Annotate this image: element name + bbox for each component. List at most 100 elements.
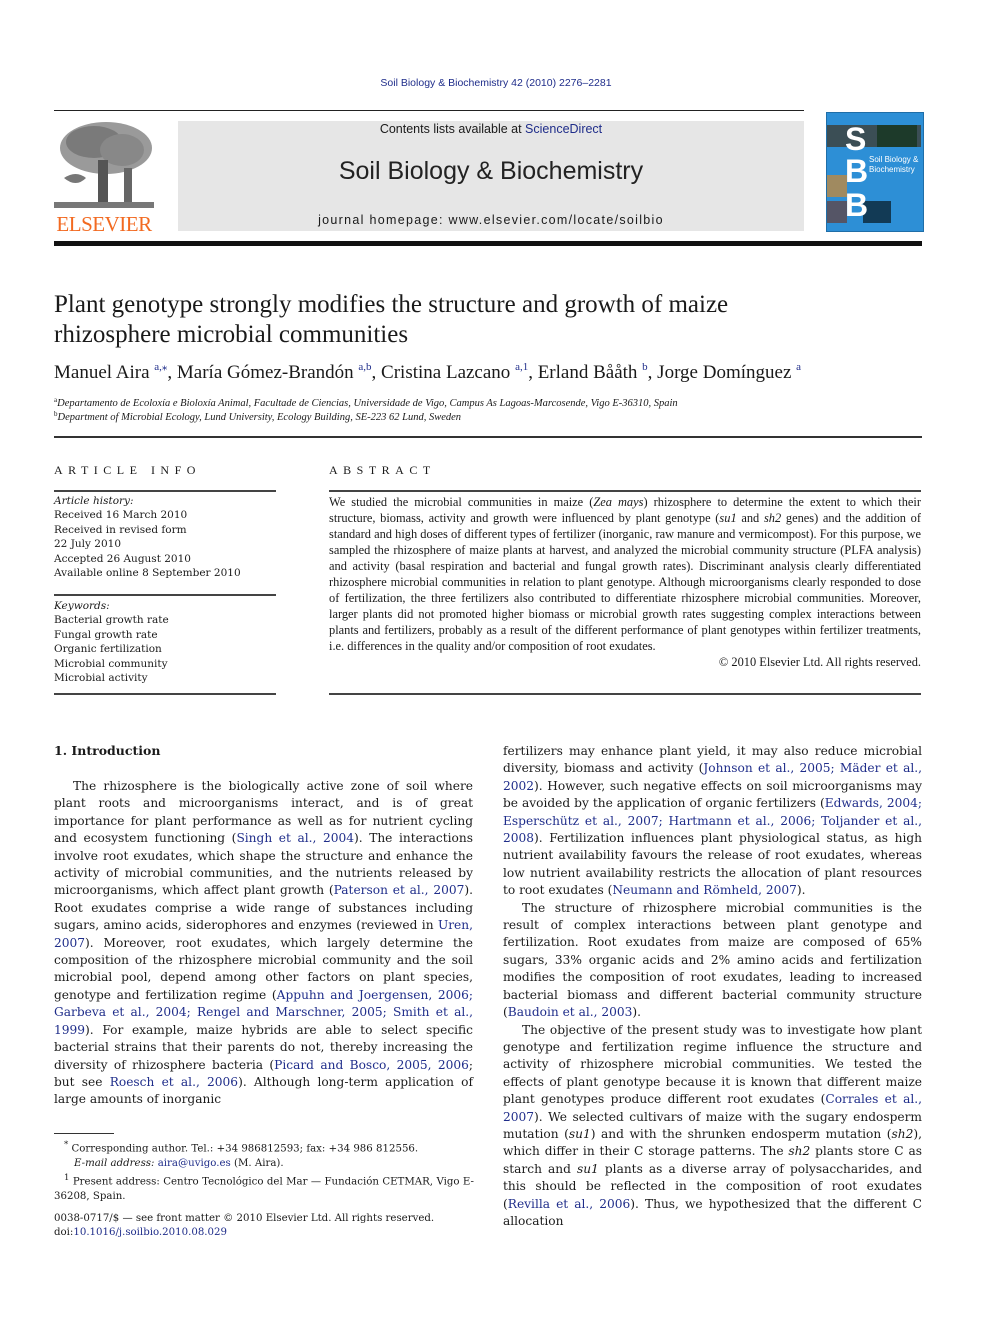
author-affiliation-mark[interactable]: a,⁎ <box>154 361 167 373</box>
elsevier-wordmark: ELSEVIER <box>56 212 152 236</box>
keyword: Bacterial growth rate <box>54 614 169 627</box>
history-item: Accepted 26 August 2010 <box>54 552 191 565</box>
article-title: Plant genotype strongly modifies the str… <box>54 290 924 350</box>
text-segment: ). <box>796 883 806 898</box>
gene-name: sh2 <box>788 1144 811 1159</box>
author-affiliation-mark[interactable]: a,1 <box>515 361 528 373</box>
keyword: Organic fertilization <box>54 643 162 656</box>
email-label: E-mail address: <box>74 1157 155 1169</box>
keyword: Fungal growth rate <box>54 628 158 641</box>
author-affiliation-mark[interactable]: a,b <box>358 361 371 373</box>
abstract-segment: We studied the microbial communities in … <box>329 495 594 509</box>
paragraph: The objective of the present study was t… <box>503 1022 922 1231</box>
history-label: Article history: <box>54 495 134 507</box>
body-column-right: fertilizers may enhance plant yield, it … <box>503 743 922 1230</box>
citation-link[interactable]: Neumann and Römheld, 2007 <box>612 883 797 897</box>
abstract-heading: ABSTRACT <box>329 463 436 477</box>
doi-prefix: doi: <box>54 1227 74 1238</box>
affiliation: aDepartamento de Ecoloxía e Bioloxía Ani… <box>54 396 924 409</box>
author-affiliation-mark[interactable]: a <box>796 361 801 373</box>
journal-reference[interactable]: Soil Biology & Biochemistry 42 (2010) 22… <box>0 77 992 89</box>
paragraph: The structure of rhizosphere microbial c… <box>503 900 922 1022</box>
article-info-rule <box>54 693 276 695</box>
author[interactable]: Manuel Aira a,⁎ <box>54 361 167 383</box>
section-rule <box>54 436 922 438</box>
text-segment: ). <box>632 1005 642 1020</box>
abstract-segment: genes) and the addition of standard and … <box>329 511 921 653</box>
header-thick-rule <box>54 241 922 246</box>
cover-letter: S <box>845 121 867 157</box>
author-name: María Gómez-Brandón <box>176 362 354 383</box>
email-link[interactable]: aira@uvigo.es <box>158 1158 231 1169</box>
cover-image-strip <box>827 175 847 197</box>
author-list: Manuel Aira a,⁎, María Gómez-Brandón a,b… <box>54 360 924 384</box>
abstract-text: We studied the microbial communities in … <box>329 494 921 670</box>
elsevier-tree-icon <box>54 120 154 212</box>
author-name: Manuel Aira <box>54 362 150 383</box>
issn-line: 0038-0717/$ — see front matter © 2010 El… <box>54 1213 435 1224</box>
gene-name: sh2 <box>891 1126 914 1141</box>
history-item: Received in revised form <box>54 523 187 536</box>
text-segment: ) and with the shrunken endosperm mutati… <box>590 1126 892 1141</box>
article-info-heading: ARTICLE INFO <box>54 463 201 477</box>
affiliation-text: Department of Microbial Ecology, Lund Un… <box>57 412 462 423</box>
abstract-italic: Zea mays <box>593 495 644 509</box>
journal-title: Soil Biology & Biochemistry <box>338 157 644 185</box>
history-item: 22 July 2010 <box>54 538 122 551</box>
keywords-label: Keywords: <box>54 600 110 612</box>
abstract-segment: and <box>736 511 764 525</box>
cover-title: Soil Biology & Biochemistry <box>869 155 921 175</box>
paragraph: The rhizosphere is the biologically acti… <box>54 778 473 1109</box>
body-column-left: The rhizosphere is the biologically acti… <box>54 778 473 1109</box>
citation-link[interactable]: Singh et al., 2004 <box>236 831 354 845</box>
author-separator: , <box>371 362 382 383</box>
footnote-rule <box>54 1133 114 1134</box>
abstract-rule <box>329 693 921 695</box>
header-rule <box>54 110 804 111</box>
sciencedirect-link[interactable]: ScienceDirect <box>525 122 602 136</box>
contents-prefix: Contents lists available at <box>379 122 526 136</box>
cover-letter: B <box>845 187 869 223</box>
citation-link[interactable]: Roesch et al., 2006 <box>110 1075 238 1089</box>
author-separator: , <box>647 362 658 383</box>
footnote-mark: 1 <box>64 1173 70 1184</box>
abstract-italic: su1 <box>719 511 737 525</box>
affiliation-text: Departamento de Ecoloxía e Bioloxía Anim… <box>57 398 678 409</box>
section-heading: 1. Introduction <box>54 743 161 758</box>
contents-line: Contents lists available at ScienceDirec… <box>178 121 804 136</box>
citation-link[interactable]: Picard and Bosco, 2005, 2006 <box>274 1058 469 1072</box>
footnote-mark: * <box>64 1140 69 1150</box>
title-line: rhizosphere microbial communities <box>54 321 409 348</box>
keyword: Microbial community <box>54 657 168 670</box>
keyword: Microbial activity <box>54 672 148 685</box>
keywords: Keywords: Bacterial growth rate Fungal g… <box>54 599 276 685</box>
cover-image-strip <box>827 201 847 223</box>
doi-line: doi:10.1016/j.soilbio.2010.08.029 <box>54 1226 474 1240</box>
journal-cover[interactable]: S B B Soil Biology & Biochemistry <box>826 112 924 232</box>
abstract-italic: sh2 <box>763 511 782 525</box>
elsevier-logo[interactable]: ELSEVIER <box>54 120 154 236</box>
cover-title-line: Soil Biology & <box>869 155 919 164</box>
affiliation: bDepartment of Microbial Ecology, Lund U… <box>54 410 924 423</box>
title-line: Plant genotype strongly modifies the str… <box>54 291 729 318</box>
abstract-rule <box>329 490 921 492</box>
author[interactable]: Jorge Domínguez a <box>657 361 801 383</box>
abstract-copyright: © 2010 Elsevier Ltd. All rights reserved… <box>718 655 921 669</box>
journal-masthead: Contents lists available at ScienceDirec… <box>178 121 804 231</box>
doi-link[interactable]: 10.1016/j.soilbio.2010.08.029 <box>73 1227 227 1238</box>
history-item: Received 16 March 2010 <box>54 509 188 522</box>
cover-letter: B <box>845 153 869 189</box>
footnote-text: Corresponding author. Tel.: +34 98681259… <box>71 1143 419 1155</box>
citation-link[interactable]: Baudoin et al., 2003 <box>508 1005 633 1019</box>
citation-link[interactable]: Revilla et al., 2006 <box>508 1197 631 1211</box>
author-name: Cristina Lazcano <box>381 362 511 383</box>
author[interactable]: Erland Bååth b <box>538 361 648 383</box>
author-separator: , <box>167 362 177 383</box>
author[interactable]: María Gómez-Brandón a,b <box>176 361 372 383</box>
journal-homepage[interactable]: journal homepage: www.elsevier.com/locat… <box>178 213 804 227</box>
cover-image-strip <box>877 125 917 147</box>
citation-link[interactable]: Paterson et al., 2007 <box>334 883 465 897</box>
author[interactable]: Cristina Lazcano a,1 <box>381 361 528 383</box>
article-history: Article history: Received 16 March 2010 … <box>54 494 276 580</box>
cover-title-line: Biochemistry <box>869 165 915 174</box>
